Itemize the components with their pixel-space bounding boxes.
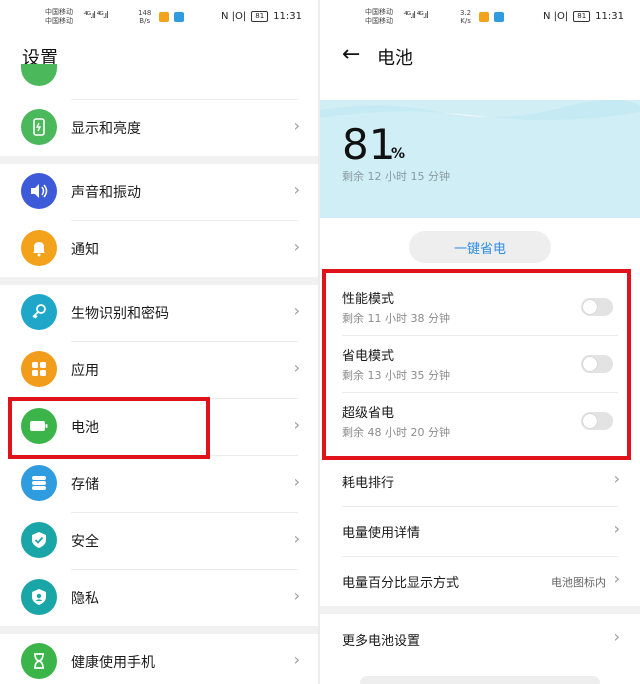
settings-item-label: 安全 bbox=[71, 534, 99, 550]
display-icon bbox=[21, 109, 57, 145]
row-usage-details[interactable]: 电量使用详情 › bbox=[320, 506, 640, 556]
row-more-settings[interactable]: 更多电池设置 › bbox=[320, 614, 640, 664]
group-gap bbox=[0, 626, 318, 634]
settings-item-display[interactable]: 显示和亮度 › bbox=[0, 100, 318, 156]
settings-item-label: 通知 bbox=[71, 242, 99, 258]
status-right: N |O| 81 11:31 bbox=[543, 11, 624, 22]
settings-screen: 中国移动 中国移动 ⁴ᴳ.ıl ⁴ᴳ.ıl 148 B/s N |O| 81 1… bbox=[0, 0, 318, 684]
row-percentage-display[interactable]: 电量百分比显示方式 电池图标内 › bbox=[320, 556, 640, 606]
settings-item-biometrics[interactable]: 生物识别和密码 › bbox=[0, 285, 318, 341]
status-bar: 中国移动 中国移动 ⁴ᴳ.ıl ⁴ᴳ.ıl 148 B/s N |O| 81 1… bbox=[0, 0, 318, 34]
app-badge-icon bbox=[173, 12, 184, 22]
chevron-right-icon: › bbox=[293, 358, 300, 377]
hourglass-icon bbox=[21, 643, 57, 679]
back-arrow-icon[interactable]: ← bbox=[342, 42, 360, 67]
nfc-vibrate-icon: N |O| bbox=[220, 11, 247, 22]
chevron-right-icon: › bbox=[293, 529, 300, 548]
battery-screen: 中国移动 中国移动 ⁴ᴳ.ıl ⁴ᴳ.ıl 3.2 K/s N |O| 81 1… bbox=[320, 0, 640, 684]
chevron-right-icon: › bbox=[293, 180, 300, 199]
chevron-right-icon: › bbox=[613, 627, 620, 646]
row-label: 电量百分比显示方式 bbox=[342, 576, 460, 591]
battery-level-icon: 81 bbox=[573, 11, 591, 22]
highlight-box-battery bbox=[8, 397, 210, 459]
app-badge-icon bbox=[493, 12, 504, 22]
network-speed: 148 B/s bbox=[138, 9, 152, 25]
privacy-icon bbox=[21, 579, 57, 615]
app-badges bbox=[157, 12, 184, 22]
chevron-right-icon: › bbox=[613, 569, 620, 588]
speaker-icon bbox=[21, 173, 57, 209]
shield-icon bbox=[21, 522, 57, 558]
settings-item-sound[interactable]: 声音和振动 › bbox=[0, 164, 318, 220]
app-badge-icon bbox=[479, 12, 489, 22]
remaining-time: 剩余 12 小时 15 分钟 bbox=[342, 170, 450, 183]
row-value: 电池图标内 bbox=[551, 576, 606, 589]
row-label: 耗电排行 bbox=[342, 476, 395, 491]
status-right: N |O| 81 11:31 bbox=[221, 11, 302, 22]
row-power-ranking[interactable]: 耗电排行 › bbox=[320, 456, 640, 506]
chevron-right-icon: › bbox=[293, 586, 300, 605]
chevron-right-icon: › bbox=[293, 116, 300, 135]
clock: 11:31 bbox=[595, 11, 624, 22]
signal-icon: ⁴ᴳ.ıl ⁴ᴳ.ıl bbox=[404, 11, 429, 21]
settings-item-label: 隐私 bbox=[71, 591, 99, 607]
settings-item-storage[interactable]: 存储 › bbox=[0, 456, 318, 512]
settings-item-label: 应用 bbox=[71, 363, 99, 379]
chevron-right-icon: › bbox=[613, 519, 620, 538]
row-label: 电量使用详情 bbox=[342, 526, 421, 541]
settings-item-label: 生物识别和密码 bbox=[71, 306, 169, 322]
settings-item-label: 健康使用手机 bbox=[71, 655, 155, 671]
group-gap bbox=[0, 277, 318, 285]
chevron-right-icon: › bbox=[293, 472, 300, 491]
settings-item-apps[interactable]: 应用 › bbox=[0, 342, 318, 398]
battery-level-icon: 81 bbox=[251, 11, 269, 22]
app-badges bbox=[477, 12, 504, 22]
settings-item-label: 显示和亮度 bbox=[71, 121, 141, 137]
key-icon bbox=[21, 294, 57, 330]
chevron-right-icon: › bbox=[293, 301, 300, 320]
partial-item-icon bbox=[21, 64, 57, 86]
chevron-right-icon: › bbox=[613, 469, 620, 488]
apps-icon bbox=[21, 351, 57, 387]
nfc-vibrate-icon: N |O| bbox=[542, 11, 569, 22]
carrier-label: 中国移动 中国移动 bbox=[45, 8, 73, 25]
clock: 11:31 bbox=[273, 11, 302, 22]
row-label: 更多电池设置 bbox=[342, 634, 421, 649]
settings-item-label: 声音和振动 bbox=[71, 185, 141, 201]
partial-bottom-button[interactable] bbox=[360, 676, 600, 684]
chevron-right-icon: › bbox=[293, 415, 300, 434]
battery-percent-value: 81 bbox=[342, 120, 396, 169]
carrier-label: 中国移动 中国移动 bbox=[365, 8, 393, 25]
group-gap bbox=[0, 156, 318, 164]
group-gap bbox=[320, 606, 640, 614]
settings-item-security[interactable]: 安全 › bbox=[0, 513, 318, 569]
settings-item-privacy[interactable]: 隐私 › bbox=[0, 570, 318, 626]
chevron-right-icon: › bbox=[293, 237, 300, 256]
signal-icon: ⁴ᴳ.ıl ⁴ᴳ.ıl bbox=[84, 11, 109, 21]
one-key-save-button[interactable]: 一键省电 bbox=[409, 231, 551, 263]
highlight-box-modes bbox=[322, 269, 631, 460]
network-speed: 3.2 K/s bbox=[460, 9, 472, 25]
status-bar: 中国移动 中国移动 ⁴ᴳ.ıl ⁴ᴳ.ıl 3.2 K/s N |O| 81 1… bbox=[320, 0, 640, 34]
chevron-right-icon: › bbox=[293, 650, 300, 669]
battery-percent-unit: % bbox=[391, 146, 406, 162]
app-badge-icon bbox=[159, 12, 169, 22]
storage-icon bbox=[21, 465, 57, 501]
bell-icon bbox=[21, 230, 57, 266]
settings-item-notification[interactable]: 通知 › bbox=[0, 221, 318, 277]
settings-item-digital-balance[interactable]: 健康使用手机 › bbox=[0, 634, 318, 684]
settings-item-label: 存储 bbox=[71, 477, 99, 493]
page-title: 电池 bbox=[377, 48, 413, 69]
